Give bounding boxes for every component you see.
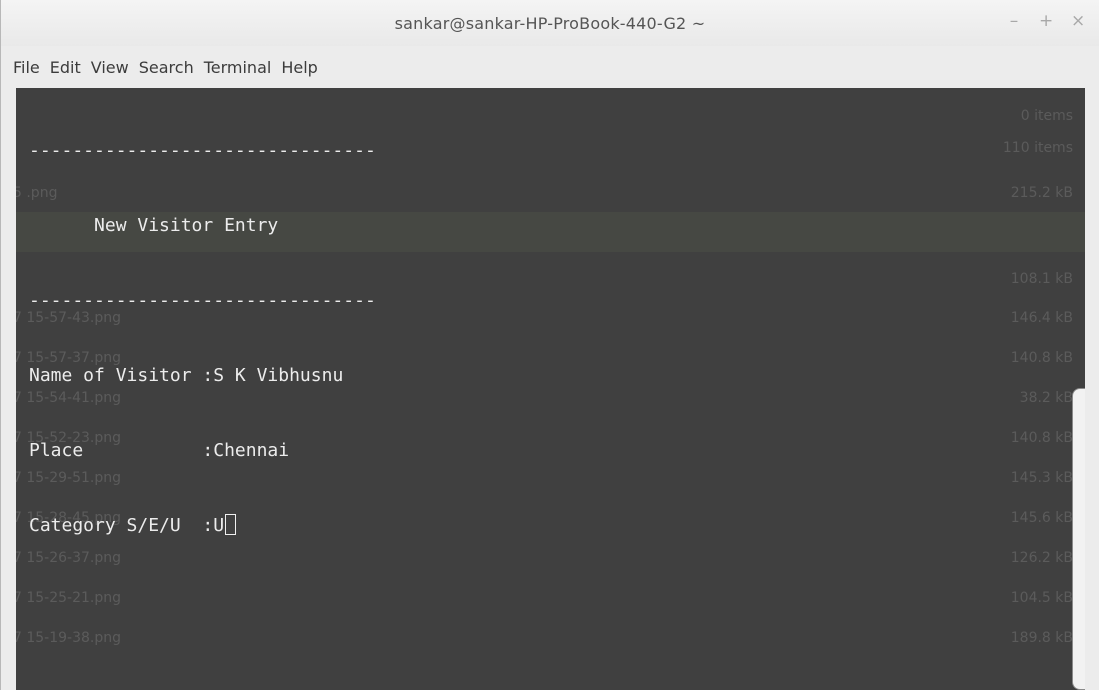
field-label: Category S/E/U	[29, 515, 203, 536]
minimize-button[interactable]: –	[1007, 11, 1021, 31]
terminal-area[interactable]: 0 items 110 items 5 .png 215.2 kB 108.1 k…	[16, 88, 1085, 690]
separator-line: --------------------------------	[29, 140, 376, 161]
menu-terminal[interactable]: Terminal	[204, 56, 272, 79]
list-item: 7 15-25-21.png 104.5 kB	[16, 590, 1073, 606]
field-label: Place	[29, 440, 203, 461]
window-title: sankar@sankar-HP-ProBook-440-G2 ~	[394, 14, 706, 33]
title-bar[interactable]: sankar@sankar-HP-ProBook-440-G2 ~ – + ×	[1, 0, 1099, 46]
window-controls: – + ×	[1007, 11, 1086, 31]
place-line: Place :Chennai	[29, 440, 290, 461]
separator-line: --------------------------------	[29, 290, 376, 311]
field-label: Name of Visitor	[29, 365, 203, 386]
form-heading: New Visitor Entry	[29, 215, 279, 236]
menu-help[interactable]: Help	[281, 56, 317, 79]
menu-edit[interactable]: Edit	[50, 56, 81, 79]
menu-file[interactable]: File	[13, 56, 40, 79]
maximize-button[interactable]: +	[1039, 11, 1053, 31]
terminal-output: -------------------------------- New Vis…	[29, 88, 376, 588]
field-value: Chennai	[213, 440, 290, 461]
category-line[interactable]: Category S/E/U :U	[29, 513, 376, 538]
terminal-window: sankar@sankar-HP-ProBook-440-G2 ~ – + × …	[0, 0, 1099, 690]
block-cursor-icon	[225, 514, 237, 535]
menu-bar: File Edit View Search Terminal Help	[1, 46, 1099, 88]
menu-search[interactable]: Search	[139, 56, 194, 79]
scrollbar[interactable]	[1072, 388, 1085, 690]
list-item: 7 15-19-38.png 189.8 kB	[16, 630, 1073, 646]
visitor-name-line: Name of Visitor :S K Vibhusnu	[29, 365, 344, 386]
close-button[interactable]: ×	[1071, 11, 1085, 31]
menu-view[interactable]: View	[91, 56, 129, 79]
field-value: S K Vibhusnu	[213, 365, 344, 386]
field-value: U	[213, 515, 225, 536]
